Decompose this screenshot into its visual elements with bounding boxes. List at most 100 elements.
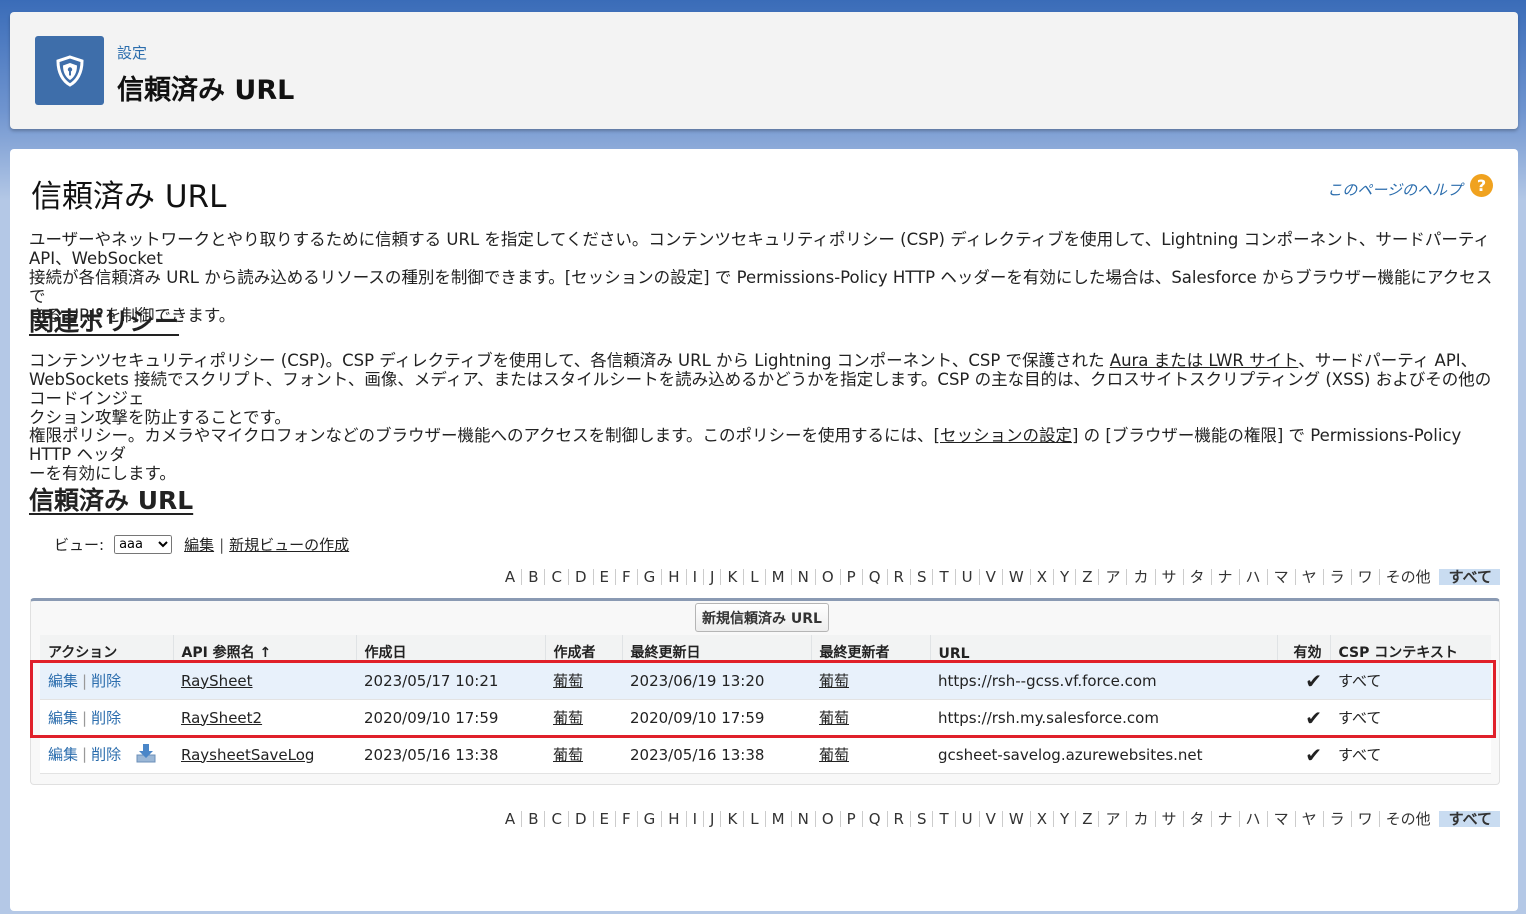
row-delete-link[interactable]: 削除 (91, 709, 121, 727)
alpha-filter-letter[interactable]: C (545, 811, 569, 827)
alpha-filter-letter[interactable]: マ (1268, 569, 1296, 585)
row-delete-link[interactable]: 削除 (91, 672, 121, 690)
alpha-filter-letter[interactable]: W (1003, 811, 1031, 827)
alpha-filter-letter[interactable]: サ (1156, 811, 1184, 827)
alpha-filter-letter[interactable]: T (933, 811, 956, 827)
alpha-filter-letter[interactable]: S (911, 569, 934, 585)
alpha-filter-letter[interactable]: B (522, 811, 546, 827)
alpha-filter-letter[interactable]: E (594, 569, 617, 585)
api-name-link[interactable]: RaySheet (181, 672, 253, 690)
modifier-link[interactable]: 葡萄 (819, 672, 849, 690)
edit-view-link[interactable]: 編集 (184, 534, 214, 555)
alpha-filter-letter[interactable]: V (980, 811, 1003, 827)
creator-link[interactable]: 葡萄 (553, 672, 583, 690)
alpha-filter-letter[interactable]: I (687, 569, 704, 585)
alpha-filter-letter[interactable]: ワ (1352, 811, 1380, 827)
alpha-filter-letter[interactable]: O (816, 811, 841, 827)
alpha-filter-letter[interactable]: D (569, 811, 594, 827)
row-edit-link[interactable]: 編集 (48, 672, 78, 690)
alpha-filter-letter[interactable]: P (841, 811, 863, 827)
alpha-filter-letter[interactable]: W (1003, 569, 1031, 585)
alpha-filter-letter[interactable]: N (792, 811, 816, 827)
alpha-filter-letter[interactable]: L (744, 569, 766, 585)
alpha-filter-letter[interactable]: S (911, 811, 934, 827)
alpha-filter-letter[interactable]: E (594, 811, 617, 827)
row-edit-link[interactable]: 編集 (48, 745, 78, 763)
aura-lwr-site-link[interactable]: Aura または LWR サイト (1110, 351, 1299, 370)
alpha-filter-letter[interactable]: P (841, 569, 863, 585)
creator-link[interactable]: 葡萄 (553, 709, 583, 727)
alpha-filter-letter[interactable]: V (980, 569, 1003, 585)
alpha-filter-letter[interactable]: ア (1099, 569, 1128, 585)
alpha-filter-letter[interactable]: K (721, 569, 745, 585)
row-delete-link[interactable]: 削除 (91, 745, 121, 763)
modifier-link[interactable]: 葡萄 (819, 709, 849, 727)
modifier-link[interactable]: 葡萄 (819, 746, 849, 764)
alpha-filter-all[interactable]: すべて (1438, 811, 1500, 827)
alpha-filter-letter[interactable]: B (522, 569, 546, 585)
column-header[interactable]: CSP コンテキスト (1329, 635, 1491, 663)
alpha-filter-letter[interactable]: サ (1156, 569, 1184, 585)
alpha-filter-letter[interactable]: ハ (1240, 811, 1268, 827)
alpha-filter-letter[interactable]: M (766, 569, 792, 585)
session-settings-link[interactable]: [セッションの設定] (934, 426, 1079, 445)
column-header[interactable]: 作成者 (544, 635, 622, 663)
alpha-filter-letter[interactable]: ヤ (1296, 811, 1324, 827)
alpha-filter-letter[interactable]: タ (1184, 569, 1212, 585)
alpha-filter-letter[interactable]: A (499, 811, 523, 827)
alpha-filter-letter[interactable]: H (662, 569, 687, 585)
alpha-filter-letter[interactable]: カ (1127, 569, 1156, 585)
alpha-filter-letter[interactable]: U (956, 811, 980, 827)
alpha-filter-letter[interactable]: Z (1076, 569, 1100, 585)
alpha-filter-letter[interactable]: マ (1268, 811, 1296, 827)
alpha-filter-letter[interactable]: ア (1099, 811, 1128, 827)
alpha-filter-letter[interactable]: X (1031, 569, 1055, 585)
alpha-filter-letter[interactable]: K (721, 811, 745, 827)
alpha-filter-letter[interactable]: ラ (1324, 811, 1352, 827)
alpha-filter-letter[interactable]: F (616, 811, 638, 827)
alpha-filter-all[interactable]: すべて (1438, 569, 1500, 585)
alpha-filter-letter[interactable]: Q (863, 569, 888, 585)
alpha-filter-letter[interactable]: N (792, 569, 816, 585)
alpha-filter-letter[interactable]: H (662, 811, 687, 827)
alpha-filter-letter[interactable]: J (704, 811, 722, 827)
help-icon[interactable]: ? (1470, 174, 1493, 197)
alpha-filter-letter[interactable]: O (816, 569, 841, 585)
alpha-filter-letter[interactable]: G (638, 569, 663, 585)
alpha-filter-letter[interactable]: F (616, 569, 638, 585)
column-header[interactable]: URL (929, 635, 1277, 663)
alpha-filter-letter[interactable]: G (638, 811, 663, 827)
alpha-filter-letter[interactable]: ワ (1352, 569, 1380, 585)
alpha-filter-letter[interactable]: その他 (1380, 811, 1437, 827)
row-edit-link[interactable]: 編集 (48, 709, 78, 727)
alpha-filter-letter[interactable]: ヤ (1296, 569, 1324, 585)
creator-link[interactable]: 葡萄 (553, 746, 583, 764)
column-header[interactable]: 有効 (1276, 635, 1330, 663)
column-header[interactable]: 最終更新日 (621, 635, 811, 663)
alpha-filter-letter[interactable]: Q (863, 811, 888, 827)
alpha-filter-letter[interactable]: M (766, 811, 792, 827)
alpha-filter-letter[interactable]: X (1031, 811, 1055, 827)
column-header[interactable]: 最終更新者 (810, 635, 930, 663)
alpha-filter-letter[interactable]: Y (1054, 569, 1077, 585)
new-view-link[interactable]: 新規ビューの作成 (229, 534, 349, 555)
api-name-link[interactable]: RaysheetSaveLog (181, 746, 314, 764)
alpha-filter-letter[interactable]: その他 (1380, 569, 1437, 585)
alpha-filter-letter[interactable]: Z (1076, 811, 1100, 827)
alpha-filter-letter[interactable]: A (499, 569, 523, 585)
alpha-filter-letter[interactable]: ラ (1324, 569, 1352, 585)
column-header-api-name[interactable]: API 参照名 ↑ (172, 635, 356, 663)
alpha-filter-letter[interactable]: ナ (1212, 811, 1240, 827)
alpha-filter-letter[interactable]: C (545, 569, 569, 585)
new-trusted-url-button[interactable]: 新規信頼済み URL (695, 603, 829, 632)
api-name-link[interactable]: RaySheet2 (181, 709, 262, 727)
alpha-filter-letter[interactable]: R (888, 569, 911, 585)
alpha-filter-letter[interactable]: T (933, 569, 956, 585)
alpha-filter-letter[interactable]: J (704, 569, 722, 585)
alpha-filter-letter[interactable]: R (888, 811, 911, 827)
alpha-filter-letter[interactable]: D (569, 569, 594, 585)
help-link[interactable]: このページのヘルプ (1327, 179, 1462, 200)
column-header[interactable]: 作成日 (355, 635, 545, 663)
alpha-filter-letter[interactable]: L (744, 811, 766, 827)
alpha-filter-letter[interactable]: Y (1054, 811, 1077, 827)
